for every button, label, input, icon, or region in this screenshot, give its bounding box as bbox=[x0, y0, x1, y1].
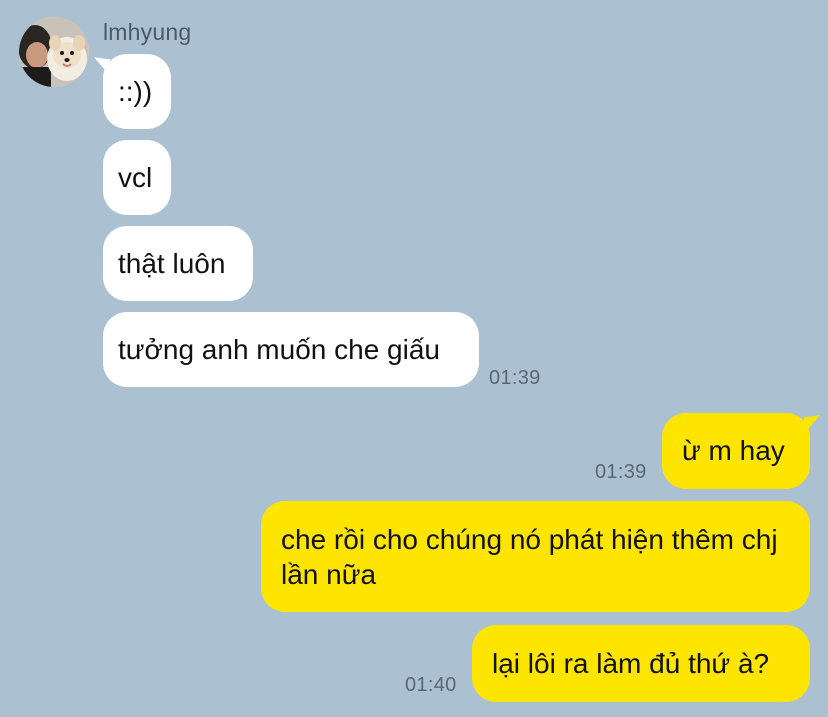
message-text: thật luôn bbox=[118, 247, 226, 279]
incoming-message-1[interactable]: ::)) bbox=[103, 54, 171, 129]
message-text: vcl bbox=[118, 161, 153, 193]
message-timestamp: 01:39 bbox=[595, 461, 647, 483]
message-timestamp: 01:39 bbox=[489, 367, 541, 389]
message-text: lại lôi ra làm đủ thứ à? bbox=[492, 647, 770, 679]
message-text: ừ m hay bbox=[682, 435, 785, 466]
outgoing-message-2[interactable]: che rồi cho chúng nó phát hiện thêm chj … bbox=[261, 501, 810, 612]
message-text: che rồi cho chúng nó phát hiện thêm chj … bbox=[281, 523, 778, 590]
contact-avatar[interactable] bbox=[19, 17, 89, 87]
outgoing-message-1[interactable]: ừ m hay bbox=[662, 413, 810, 489]
chat-window: lmhyung ::)) vcl thật luôn tưởng anh muố… bbox=[0, 0, 828, 717]
incoming-message-3[interactable]: thật luôn bbox=[103, 226, 253, 301]
message-timestamp: 01:40 bbox=[405, 674, 457, 696]
contact-name: lmhyung bbox=[103, 19, 192, 45]
avatar-photo-icon bbox=[19, 17, 89, 87]
outgoing-message-3[interactable]: lại lôi ra làm đủ thứ à? bbox=[472, 625, 810, 702]
message-text: ::)) bbox=[118, 75, 153, 107]
incoming-message-2[interactable]: vcl bbox=[103, 140, 171, 215]
message-text: tưởng anh muốn che giấu bbox=[118, 333, 440, 365]
incoming-message-4[interactable]: tưởng anh muốn che giấu bbox=[103, 312, 479, 387]
outgoing-bubble-tail bbox=[804, 415, 820, 433]
